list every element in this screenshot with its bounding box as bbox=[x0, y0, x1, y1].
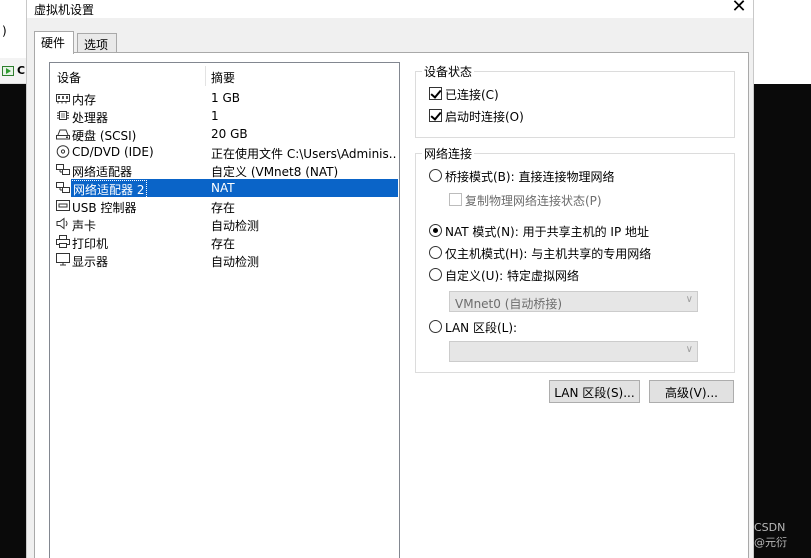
device-name: CD/DVD (IDE) bbox=[72, 145, 154, 159]
title-bar: 虚拟机设置 ✕ bbox=[27, 0, 753, 18]
network-adapter-icon bbox=[56, 181, 70, 194]
device-name: 网络适配器 2 bbox=[69, 180, 148, 199]
background-window-left: ) C bbox=[0, 0, 26, 558]
device-row-cd-dvd[interactable]: CD/DVD (IDE) 正在使用文件 C:\Users\Adminis... bbox=[50, 143, 399, 161]
vm-settings-dialog: 虚拟机设置 ✕ 硬件 选项 设备 摘要 内存 1 GB 处理器 1 硬盘 (SC… bbox=[26, 0, 754, 558]
checkbox-box[interactable] bbox=[449, 193, 462, 206]
device-summary: 自动检测 bbox=[211, 255, 260, 269]
chevron-down-icon[interactable]: ∨ bbox=[686, 294, 693, 305]
tab-hardware[interactable]: 硬件 bbox=[34, 31, 74, 54]
column-header-summary[interactable]: 摘要 bbox=[211, 69, 235, 86]
radio-dot[interactable] bbox=[429, 224, 442, 237]
device-status-group: 设备状态 已连接(C) 启动时连接(O) bbox=[415, 63, 735, 138]
device-summary: 存在 bbox=[211, 237, 236, 251]
device-name: 打印机 bbox=[72, 237, 109, 251]
device-row-printer[interactable]: 打印机 存在 bbox=[50, 233, 399, 251]
background-window-right: CSDN @元衍 bbox=[754, 0, 811, 558]
radio-dot[interactable] bbox=[429, 246, 442, 259]
watermark: CSDN @元衍 bbox=[754, 521, 787, 549]
custom-network-value: VMnet0 (自动桥接) bbox=[455, 297, 563, 311]
device-name: 声卡 bbox=[72, 219, 97, 233]
device-row-sound-card[interactable]: 声卡 自动检测 bbox=[50, 215, 399, 233]
connect-at-power-on-label[interactable]: 启动时连接(O) bbox=[445, 108, 524, 125]
lan-segment-label[interactable]: LAN 区段(L): bbox=[445, 319, 517, 336]
device-name: 内存 bbox=[72, 93, 97, 107]
radio-dot[interactable] bbox=[429, 169, 442, 182]
device-row-usb[interactable]: USB 控制器 存在 bbox=[50, 197, 399, 215]
harddisk-icon bbox=[56, 127, 70, 140]
device-row-memory[interactable]: 内存 1 GB bbox=[50, 89, 399, 107]
device-name: USB 控制器 bbox=[72, 201, 137, 215]
device-summary: 1 GB bbox=[211, 91, 240, 105]
play-icon bbox=[2, 66, 14, 76]
chevron-down-icon[interactable]: ∨ bbox=[686, 344, 693, 355]
device-status-legend: 设备状态 bbox=[422, 63, 475, 80]
processor-icon bbox=[56, 109, 70, 122]
nat-mode-label[interactable]: NAT 模式(N): 用于共享主机的 IP 地址 bbox=[445, 223, 649, 240]
sound-card-icon bbox=[56, 217, 70, 230]
tab-options[interactable]: 选项 bbox=[77, 33, 117, 53]
checkbox-box[interactable] bbox=[429, 87, 442, 100]
checkbox-box[interactable] bbox=[429, 109, 442, 122]
device-summary: NAT bbox=[211, 181, 235, 195]
lan-segments-button[interactable]: LAN 区段(S)... bbox=[549, 380, 640, 403]
network-adapter-icon bbox=[56, 163, 70, 176]
device-row-harddisk[interactable]: 硬盘 (SCSI) 20 GB bbox=[50, 125, 399, 143]
close-icon[interactable]: ✕ bbox=[731, 0, 747, 16]
device-summary: 自动检测 bbox=[211, 219, 260, 233]
display-icon bbox=[56, 253, 70, 266]
usb-icon bbox=[56, 199, 70, 212]
device-name: 显示器 bbox=[72, 255, 109, 269]
device-name: 网络适配器 bbox=[72, 165, 133, 179]
device-name: 硬盘 (SCSI) bbox=[72, 129, 137, 143]
custom-network-select[interactable]: VMnet0 (自动桥接) ∨ bbox=[449, 291, 698, 312]
background-console-right bbox=[754, 84, 811, 558]
device-row-network-adapter[interactable]: 网络适配器 自定义 (VMnet8 (NAT) bbox=[50, 161, 399, 179]
column-header-device[interactable]: 设备 bbox=[57, 69, 81, 86]
bridged-mode-label[interactable]: 桥接模式(B): 直接连接物理网络 bbox=[445, 168, 614, 185]
replicate-physical-state-label[interactable]: 复制物理网络连接状态(P) bbox=[465, 192, 602, 209]
custom-network-label[interactable]: 自定义(U): 特定虚拟网络 bbox=[445, 267, 579, 284]
radio-dot[interactable] bbox=[429, 320, 442, 333]
device-row-processor[interactable]: 处理器 1 bbox=[50, 107, 399, 125]
network-connection-legend: 网络连接 bbox=[422, 145, 475, 162]
lan-segment-select[interactable]: ∨ bbox=[449, 341, 698, 362]
device-row-display[interactable]: 显示器 自动检测 bbox=[50, 251, 399, 269]
advanced-button[interactable]: 高级(V)... bbox=[649, 380, 734, 403]
device-summary: 自定义 (VMnet8 (NAT) bbox=[211, 165, 339, 179]
hardware-page: 设备 摘要 内存 1 GB 处理器 1 硬盘 (SCSI) 20 GB CD/D… bbox=[34, 52, 749, 558]
device-name: 处理器 bbox=[72, 111, 109, 125]
device-row-network-adapter-2[interactable]: 网络适配器 2 NAT bbox=[50, 179, 399, 199]
memory-icon bbox=[56, 91, 70, 104]
device-summary: 正在使用文件 C:\Users\Adminis... bbox=[211, 147, 397, 161]
radio-dot[interactable] bbox=[429, 268, 442, 281]
background-toolbar: C bbox=[0, 58, 26, 84]
background-toolbar-label: C bbox=[17, 64, 26, 77]
host-only-mode-label[interactable]: 仅主机模式(H): 与主机共享的专用网络 bbox=[445, 245, 651, 262]
connected-label[interactable]: 已连接(C) bbox=[445, 86, 499, 103]
device-summary: 存在 bbox=[211, 201, 236, 215]
device-summary: 20 GB bbox=[211, 127, 248, 141]
network-connection-group: 网络连接 桥接模式(B): 直接连接物理网络 复制物理网络连接状态(P) NAT… bbox=[415, 145, 735, 373]
background-console bbox=[0, 84, 26, 558]
window-title: 虚拟机设置 bbox=[34, 3, 95, 17]
cd-dvd-icon bbox=[56, 145, 70, 158]
printer-icon bbox=[56, 235, 70, 248]
background-text: ) bbox=[2, 24, 7, 38]
column-separator[interactable] bbox=[205, 66, 206, 86]
device-list[interactable]: 设备 摘要 内存 1 GB 处理器 1 硬盘 (SCSI) 20 GB CD/D… bbox=[49, 62, 400, 558]
device-list-header: 设备 摘要 bbox=[50, 63, 399, 89]
device-summary: 1 bbox=[211, 109, 219, 123]
